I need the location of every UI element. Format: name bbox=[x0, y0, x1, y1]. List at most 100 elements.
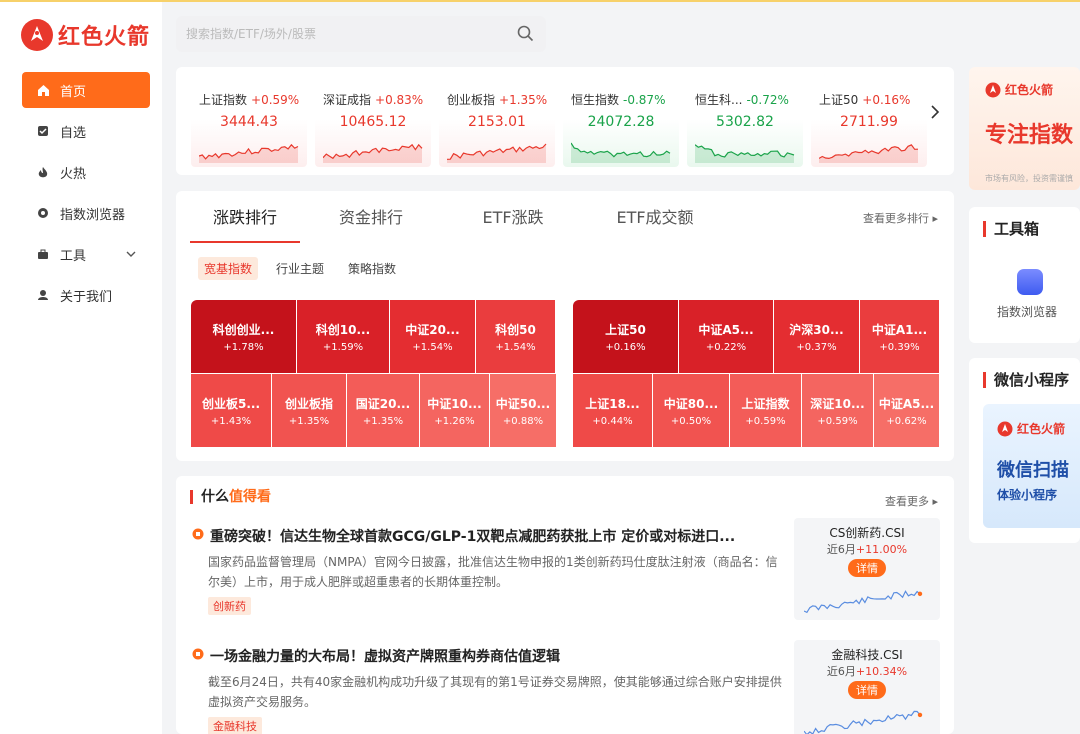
index-value: 2711.99 bbox=[840, 114, 898, 130]
heatmap-cell[interactable]: 中证A5... +0.62% bbox=[874, 374, 939, 447]
heatmap-cell[interactable]: 创业板指 +1.35% bbox=[272, 374, 346, 447]
heatmap-cell[interactable]: 中证80... +0.50% bbox=[653, 374, 729, 447]
chevron-down-icon[interactable] bbox=[126, 247, 136, 262]
heatmap-cell[interactable]: 中证A1... +0.39% bbox=[860, 300, 939, 373]
heatmap-cell-change: +1.59% bbox=[322, 341, 364, 353]
index-name-text: 上证50 bbox=[819, 93, 859, 107]
subtab-industry-theme[interactable]: 行业主题 bbox=[270, 257, 330, 280]
index-name-text: 深证成指 bbox=[323, 93, 372, 107]
wechat-brand: 红色火箭 bbox=[997, 420, 1065, 437]
sparkline-endpoint bbox=[917, 591, 923, 597]
search-input[interactable] bbox=[176, 16, 496, 52]
news-description: 截至6月24日，共有40家金融机构成功升级了其现有的第1号证券交易牌照，使其能够… bbox=[208, 675, 782, 709]
sidebar-item-label: 工具 bbox=[60, 248, 87, 264]
index-card[interactable]: 创业板指 +1.35% 2153.01 bbox=[439, 81, 555, 167]
fire-icon bbox=[36, 165, 50, 179]
banner-brand-text: 红色火箭 bbox=[1005, 83, 1054, 97]
search-bar bbox=[176, 16, 546, 52]
heatmap-cell[interactable]: 科创50 +1.54% bbox=[476, 300, 555, 373]
news-item[interactable]: 重磅突破！信达生物全球首款GCG/GLP-1双靶点减肥药获批上市 定价或对标进口… bbox=[192, 526, 782, 615]
related-index-card[interactable]: 金融科技.CSI 近6月+10.34% 详情 bbox=[794, 640, 940, 734]
heatmap-cell[interactable]: 中证10... +1.26% bbox=[420, 374, 489, 447]
related-index-card[interactable]: CS创新药.CSI 近6月+11.00% 详情 bbox=[794, 518, 940, 620]
tab-price-change[interactable]: 涨跌排行 bbox=[190, 205, 300, 243]
heatmap-cell-change: +0.59% bbox=[745, 415, 786, 427]
detail-button[interactable]: 详情 bbox=[848, 681, 886, 699]
tool-label[interactable]: 指数浏览器 bbox=[997, 303, 1057, 320]
heatmap-cell-name: 中证80... bbox=[663, 396, 719, 411]
heatmap-cell[interactable]: 上证18... +0.44% bbox=[573, 374, 652, 447]
sidebar-item-tools[interactable]: 工具 bbox=[22, 236, 150, 272]
heatmap-cell-name: 科创10... bbox=[315, 322, 371, 337]
heatmap-cell-name: 上证18... bbox=[585, 396, 640, 411]
wechat-qr-banner[interactable]: 红色火箭 微信扫描 体验小程序 bbox=[983, 404, 1080, 528]
tab-etf-volume[interactable]: ETF成交额 bbox=[584, 205, 726, 243]
index-card[interactable]: 恒生指数 -0.87% 24072.28 bbox=[563, 81, 679, 167]
news-bullet-icon bbox=[192, 528, 204, 544]
sidebar-item-index-browser[interactable]: 指数浏览器 bbox=[22, 195, 150, 231]
about-icon bbox=[36, 288, 50, 302]
subtab-broad-index[interactable]: 宽基指数 bbox=[198, 257, 259, 280]
sidebar-item-watchlist[interactable]: 自选 bbox=[22, 113, 150, 149]
index-card[interactable]: 深证成指 +0.83% 10465.12 bbox=[315, 81, 431, 167]
index-browser-tool-icon[interactable] bbox=[1017, 269, 1043, 295]
index-value: 5302.82 bbox=[716, 114, 774, 130]
sidebar: 红色火箭 首页 自选 火热 指数浏览器 工具 关于我们 bbox=[0, 2, 162, 734]
index-name: 恒生指数 -0.87% bbox=[571, 91, 665, 108]
heatmap-cell-change: +1.54% bbox=[412, 341, 453, 353]
news-tag[interactable]: 金融科技 bbox=[208, 717, 262, 734]
news-item[interactable]: 一场金融力量的大布局！虚拟资产牌照重构券商估值逻辑 截至6月24日，共有40家金… bbox=[192, 646, 782, 734]
heatmap-cell-name: 科创创业... bbox=[212, 322, 275, 337]
heatmap-cell[interactable]: 上证指数 +0.59% bbox=[730, 374, 801, 447]
perf-value: +11.00% bbox=[855, 543, 908, 556]
news-section-title: 什么值得看 bbox=[190, 490, 271, 504]
subtab-strategy-index[interactable]: 策略指数 bbox=[342, 257, 402, 280]
index-change: -0.87% bbox=[623, 93, 666, 107]
heatmap-cell[interactable]: 中证50... +0.88% bbox=[490, 374, 556, 447]
index-card[interactable]: 恒生科... -0.72% 5302.82 bbox=[687, 81, 803, 167]
wechat-sub-text: 体验小程序 bbox=[997, 488, 1058, 502]
index-name: 深证成指 +0.83% bbox=[323, 91, 423, 108]
heatmap-cell-change: +0.39% bbox=[879, 341, 920, 353]
detail-button[interactable]: 详情 bbox=[848, 559, 886, 577]
brand-logo[interactable]: 红色火箭 bbox=[20, 18, 150, 52]
heatmap-cell[interactable]: 上证50 +0.16% bbox=[573, 300, 678, 373]
rocket-logo-icon bbox=[997, 421, 1013, 436]
heatmap-cell-change: +1.78% bbox=[223, 341, 264, 353]
heatmap-cell[interactable]: 科创10... +1.59% bbox=[297, 300, 389, 373]
sidebar-item-label: 自选 bbox=[60, 125, 87, 141]
heatmap-cell[interactable]: 科创创业... +1.78% bbox=[191, 300, 296, 373]
heatmap-cell-name: 创业板5... bbox=[201, 396, 261, 411]
heatmap-cell-name: 中证A1... bbox=[871, 322, 928, 337]
sidebar-item-home[interactable]: 首页 bbox=[22, 72, 150, 108]
index-card[interactable]: 上证指数 +0.59% 3444.43 bbox=[191, 81, 307, 167]
more-ranking-link[interactable]: 查看更多排行 ▸ bbox=[863, 210, 938, 226]
heatmap-cell[interactable]: 国证20... +1.35% bbox=[347, 374, 419, 447]
news-headline[interactable]: 重磅突破！信达生物全球首款GCG/GLP-1双靶点减肥药获批上市 定价或对标进口… bbox=[192, 526, 782, 546]
toolbox-title: 工具箱 bbox=[983, 221, 1039, 237]
index-change: -0.72% bbox=[746, 93, 789, 107]
sidebar-item-hot[interactable]: 火热 bbox=[22, 154, 150, 190]
news-title-prefix: 什么 bbox=[201, 489, 229, 505]
heatmap-cell-change: +0.59% bbox=[817, 415, 858, 427]
index-name: 恒生科... -0.72% bbox=[695, 91, 789, 108]
tab-etf-change[interactable]: ETF涨跌 bbox=[442, 205, 584, 243]
heatmap-cell[interactable]: 中证20... +1.54% bbox=[390, 300, 475, 373]
heatmap-cell[interactable]: 创业板5... +1.43% bbox=[191, 374, 271, 447]
news-tag[interactable]: 创新药 bbox=[208, 597, 251, 615]
chevron-right-icon[interactable] bbox=[930, 104, 940, 123]
heatmap-cell-name: 中证50... bbox=[495, 396, 551, 411]
index-change: +0.59% bbox=[251, 93, 300, 107]
news-headline[interactable]: 一场金融力量的大布局！虚拟资产牌照重构券商估值逻辑 bbox=[192, 646, 782, 666]
sidebar-item-about[interactable]: 关于我们 bbox=[22, 277, 150, 313]
heatmap-cell[interactable]: 沪深30... +0.37% bbox=[774, 300, 859, 373]
heatmap-cell[interactable]: 中证A5... +0.22% bbox=[679, 300, 773, 373]
sidebar-nav: 首页 自选 火热 指数浏览器 工具 关于我们 bbox=[22, 72, 150, 318]
rocket-logo-icon bbox=[21, 19, 53, 51]
search-icon[interactable] bbox=[517, 25, 534, 46]
index-card[interactable]: 上证50 +0.16% 2711.99 bbox=[811, 81, 927, 167]
tab-fund-flow[interactable]: 资金排行 bbox=[300, 205, 442, 243]
heatmap-cell[interactable]: 深证10... +0.59% bbox=[802, 374, 873, 447]
promo-banner[interactable]: 红色火箭 专注指数 市场有风险，投资需谨慎 bbox=[969, 67, 1080, 190]
more-news-link[interactable]: 查看更多 ▸ bbox=[885, 493, 938, 509]
